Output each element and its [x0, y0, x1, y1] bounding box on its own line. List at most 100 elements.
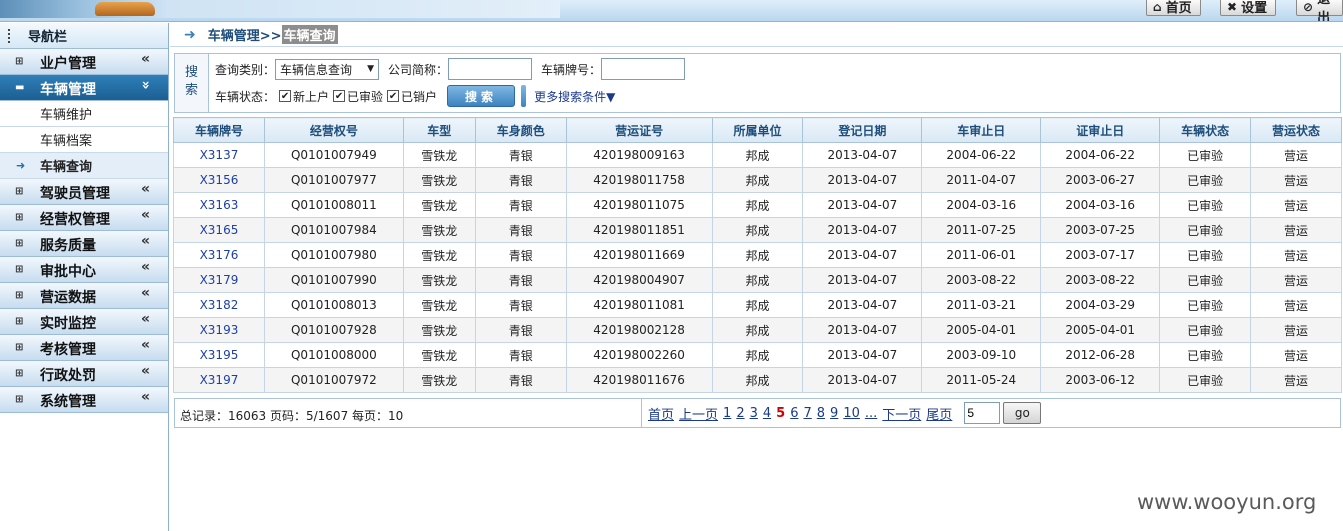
column-header-4: 车身颜色: [474, 117, 567, 143]
more-search-link[interactable]: 更多搜索条件▼: [521, 85, 615, 107]
table-cell: Q0101007972: [263, 367, 404, 393]
chevron-left-icon: «: [141, 51, 151, 67]
top-button-2[interactable]: ✖ 设置: [1220, 0, 1277, 16]
plate-link[interactable]: X3197: [173, 367, 265, 393]
sidebar: 导航栏 ⊞ 业户管理 « ▬ 车辆管理 » 车辆维护 车辆档案 ➜ 车辆查询 ⊞ 驾驶员管理 « ⊞ 经营权…: [0, 23, 169, 531]
plate-link[interactable]: X3193: [173, 317, 265, 343]
column-header-7: 登记日期: [802, 117, 923, 143]
table-cell: 2003-07-25: [1040, 217, 1161, 243]
page-link-9[interactable]: 9: [830, 406, 838, 421]
checkbox[interactable]: ✔: [333, 90, 346, 102]
page-link-4[interactable]: 4: [763, 406, 771, 421]
sidebar-item-1[interactable]: 车辆维护: [0, 101, 168, 127]
table-cell: 2011-03-21: [921, 292, 1042, 318]
page-link-1[interactable]: 1: [723, 406, 731, 421]
plate-link[interactable]: X3137: [173, 142, 265, 168]
status-option-2[interactable]: ✔ 已审验: [329, 88, 383, 105]
page-link-8[interactable]: 8: [817, 406, 825, 421]
top-button-1[interactable]: ⌂ 首页: [1146, 0, 1201, 16]
status-option-3[interactable]: ✔ 已销户: [383, 88, 437, 105]
table-row[interactable]: X3165 Q0101007984 雪铁龙 青银 420198011851 邦成 2013-…: [173, 217, 1342, 243]
first-page-link[interactable]: 首页: [648, 404, 674, 423]
table-row[interactable]: X3195 Q0101008000 雪铁龙 青银 420198002260 邦成 2013-…: [173, 342, 1342, 368]
table-cell: 营运: [1250, 367, 1342, 393]
prev-page-link[interactable]: 上一页: [679, 404, 718, 423]
table-cell: 2013-04-07: [802, 167, 923, 193]
search-label-char-2: 索: [184, 83, 198, 98]
last-page-link[interactable]: 尾页: [926, 404, 952, 423]
table-cell: 2013-04-07: [802, 242, 923, 268]
column-header-11: 营运状态: [1250, 117, 1342, 143]
watermark: www.wooyun.org: [1137, 490, 1317, 514]
column-header-6: 所属单位: [711, 117, 804, 143]
menu-header-label: 考核管理: [40, 342, 96, 358]
search-button[interactable]: 搜索: [447, 85, 516, 107]
status-option-1[interactable]: ✔ 新上户: [275, 88, 329, 105]
checkbox[interactable]: ✔: [279, 90, 292, 102]
menu-header-11[interactable]: ⊞ 系统管理 «: [0, 387, 168, 413]
query-type-select[interactable]: 车辆信息查询 ▼: [275, 58, 380, 80]
plate-link[interactable]: X3165: [173, 217, 265, 243]
table-row[interactable]: X3137 Q0101007949 雪铁龙 青银 420198009163 邦成 2013-…: [173, 142, 1342, 168]
menu-header-6[interactable]: ⊞ 审批中心 «: [0, 257, 168, 283]
menu-header-2[interactable]: ▬ 车辆管理 »: [0, 75, 168, 101]
plate-input[interactable]: [601, 58, 686, 80]
table-cell: 营运: [1250, 267, 1342, 293]
chevron-left-icon: «: [141, 337, 151, 353]
plate-link[interactable]: X3179: [173, 267, 265, 293]
more-search-label: 更多搜索条件▼: [534, 89, 616, 104]
chevron-left-icon: «: [141, 389, 151, 405]
plate-link[interactable]: X3195: [173, 342, 265, 368]
plate-link[interactable]: X3163: [173, 192, 265, 218]
table-row[interactable]: X3179 Q0101007990 雪铁龙 青银 420198004907 邦成 2013-…: [173, 267, 1342, 293]
checkbox[interactable]: ✔: [387, 90, 400, 102]
sidebar-item-3[interactable]: ➜ 车辆查询: [0, 153, 168, 179]
breadcrumb: ➜ 车辆管理>> 车辆查询: [170, 23, 1343, 47]
expand-icon: ⊞: [15, 56, 24, 67]
top-button-3[interactable]: ⊘退出: [1296, 0, 1343, 21]
plate-link[interactable]: X3176: [173, 242, 265, 268]
menu-header-3[interactable]: ⊞ 驾驶员管理 «: [0, 179, 168, 205]
table-cell: 2011-07-25: [921, 217, 1042, 243]
menu-header-4[interactable]: ⊞ 经营权管理 «: [0, 205, 168, 231]
breadcrumb-parent[interactable]: 车辆管理>>: [208, 25, 282, 44]
table-cell: 2003-06-12: [1040, 367, 1161, 393]
sidebar-item-2[interactable]: 车辆档案: [0, 127, 168, 153]
table-cell: Q0101007928: [263, 317, 404, 343]
page-link-7[interactable]: 7: [803, 406, 811, 421]
menu-header-label: 车辆管理: [40, 82, 96, 98]
home-icon: ⌂: [1153, 0, 1162, 14]
menu-header-7[interactable]: ⊞ 营运数据 «: [0, 283, 168, 309]
search-panel-label: 搜 索: [175, 54, 209, 112]
column-header-1: 车辆牌号: [173, 117, 265, 143]
menu-header-5[interactable]: ⊞ 服务质量 «: [0, 231, 168, 257]
company-input[interactable]: [448, 58, 533, 80]
page-link-...[interactable]: ...: [865, 406, 877, 421]
menu-header-1[interactable]: ⊞ 业户管理 «: [0, 49, 168, 75]
next-page-link[interactable]: 下一页: [882, 404, 921, 423]
table-row[interactable]: X3176 Q0101007980 雪铁龙 青银 420198011669 邦成 2013-…: [173, 242, 1342, 268]
table-row[interactable]: X3163 Q0101008011 雪铁龙 青银 420198011075 邦成 2013-…: [173, 192, 1342, 218]
dropdown-arrow-icon: ▼: [367, 64, 375, 74]
column-header-10: 车辆状态: [1159, 117, 1252, 143]
go-button[interactable]: go: [1003, 402, 1042, 424]
status-option-label: 新上户: [293, 89, 330, 104]
menu-header-9[interactable]: ⊞ 考核管理 «: [0, 335, 168, 361]
table-row[interactable]: X3197 Q0101007972 雪铁龙 青银 420198011676 邦成 2013-…: [173, 367, 1342, 393]
table-row[interactable]: X3182 Q0101008013 雪铁龙 青银 420198011081 邦成 2013-…: [173, 292, 1342, 318]
menu-header-8[interactable]: ⊞ 实时监控 «: [0, 309, 168, 335]
page-link-2[interactable]: 2: [736, 406, 744, 421]
page-link-10[interactable]: 10: [843, 406, 860, 421]
page-link-5[interactable]: 5: [776, 406, 785, 421]
table-row[interactable]: X3156 Q0101007977 雪铁龙 青银 420198011758 邦成 2013-…: [173, 167, 1342, 193]
plate-link[interactable]: X3182: [173, 292, 265, 318]
page-link-6[interactable]: 6: [790, 406, 798, 421]
table-row[interactable]: X3193 Q0101007928 雪铁龙 青银 420198002128 邦成 2013-…: [173, 317, 1342, 343]
table-cell: 青银: [474, 142, 567, 168]
goto-page-input[interactable]: [964, 402, 1001, 424]
plate-link[interactable]: X3156: [173, 167, 265, 193]
page-link-3[interactable]: 3: [750, 406, 758, 421]
breadcrumb-current: 车辆查询: [281, 25, 338, 44]
status-option-label: 已销户: [401, 89, 438, 104]
menu-header-10[interactable]: ⊞ 行政处罚 «: [0, 361, 168, 387]
